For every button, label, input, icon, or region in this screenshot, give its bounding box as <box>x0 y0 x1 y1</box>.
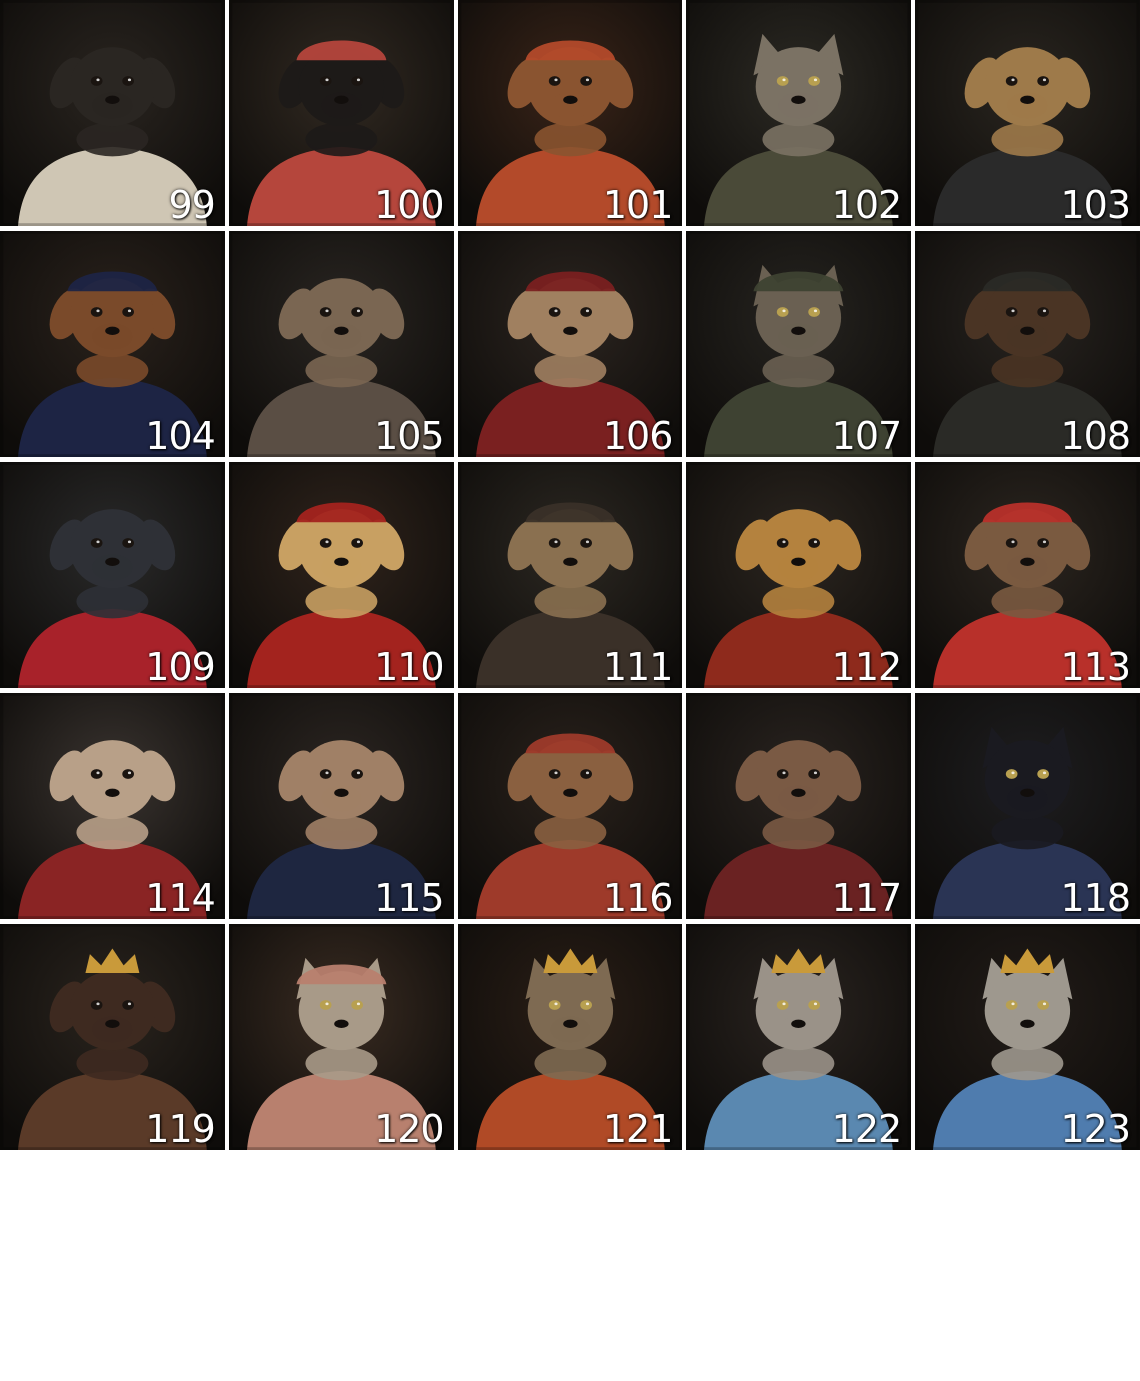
portrait-tile[interactable]: 112 <box>686 462 912 688</box>
portrait-tile[interactable]: 113 <box>915 462 1140 688</box>
portrait-tile[interactable]: 99 <box>0 0 225 226</box>
portrait-number: 102 <box>831 183 903 226</box>
portrait-tile[interactable]: 105 <box>228 231 454 457</box>
portrait-tile[interactable]: 110 <box>228 462 454 688</box>
portrait-number: 123 <box>1060 1107 1131 1150</box>
portrait-number: 104 <box>145 414 216 457</box>
portrait-tile[interactable]: 104 <box>0 231 225 457</box>
portrait-number: 106 <box>602 414 674 457</box>
portrait-tile[interactable]: 118 <box>915 693 1140 919</box>
portrait-tile[interactable]: 101 <box>457 0 683 226</box>
portrait-number: 120 <box>374 1107 445 1150</box>
portrait-number: 100 <box>374 183 445 226</box>
portrait-number: 101 <box>602 183 674 226</box>
portrait-tile[interactable]: 107 <box>686 231 912 457</box>
portrait-number: 116 <box>602 876 674 919</box>
portrait-number: 113 <box>1060 645 1131 688</box>
portrait-tile[interactable]: 103 <box>915 0 1140 226</box>
portrait-number: 122 <box>831 1107 903 1150</box>
portrait-grid: 99 100 101 102 103 104 105 106 107 108 109 110 111 11… <box>0 0 1140 1381</box>
portrait-tile[interactable]: 108 <box>915 231 1140 457</box>
portrait-number: 121 <box>602 1107 674 1150</box>
portrait-tile[interactable]: 117 <box>686 693 912 919</box>
portrait-number: 105 <box>374 414 445 457</box>
portrait-number: 118 <box>1060 876 1131 919</box>
portrait-number: 114 <box>145 876 216 919</box>
portrait-tile[interactable]: 100 <box>228 0 454 226</box>
portrait-number: 99 <box>168 183 215 226</box>
portrait-number: 117 <box>831 876 903 919</box>
portrait-number: 109 <box>145 645 216 688</box>
portrait-tile[interactable]: 102 <box>686 0 912 226</box>
portrait-tile[interactable]: 106 <box>457 231 683 457</box>
portrait-tile[interactable]: 115 <box>228 693 454 919</box>
portrait-tile[interactable]: 109 <box>0 462 225 688</box>
portrait-tile[interactable]: 122 <box>686 924 912 1150</box>
portrait-number: 110 <box>374 645 445 688</box>
portrait-tile[interactable]: 121 <box>457 924 683 1150</box>
portrait-number: 112 <box>831 645 903 688</box>
portrait-tile[interactable]: 123 <box>915 924 1140 1150</box>
portrait-number: 108 <box>1060 414 1131 457</box>
portrait-number: 111 <box>602 645 674 688</box>
portrait-number: 115 <box>374 876 445 919</box>
portrait-number: 119 <box>145 1107 216 1150</box>
portrait-number: 103 <box>1060 183 1131 226</box>
portrait-tile[interactable]: 114 <box>0 693 225 919</box>
portrait-tile[interactable]: 120 <box>228 924 454 1150</box>
portrait-tile[interactable]: 119 <box>0 924 225 1150</box>
portrait-tile[interactable]: 111 <box>457 462 683 688</box>
portrait-number: 107 <box>831 414 903 457</box>
portrait-tile[interactable]: 116 <box>457 693 683 919</box>
